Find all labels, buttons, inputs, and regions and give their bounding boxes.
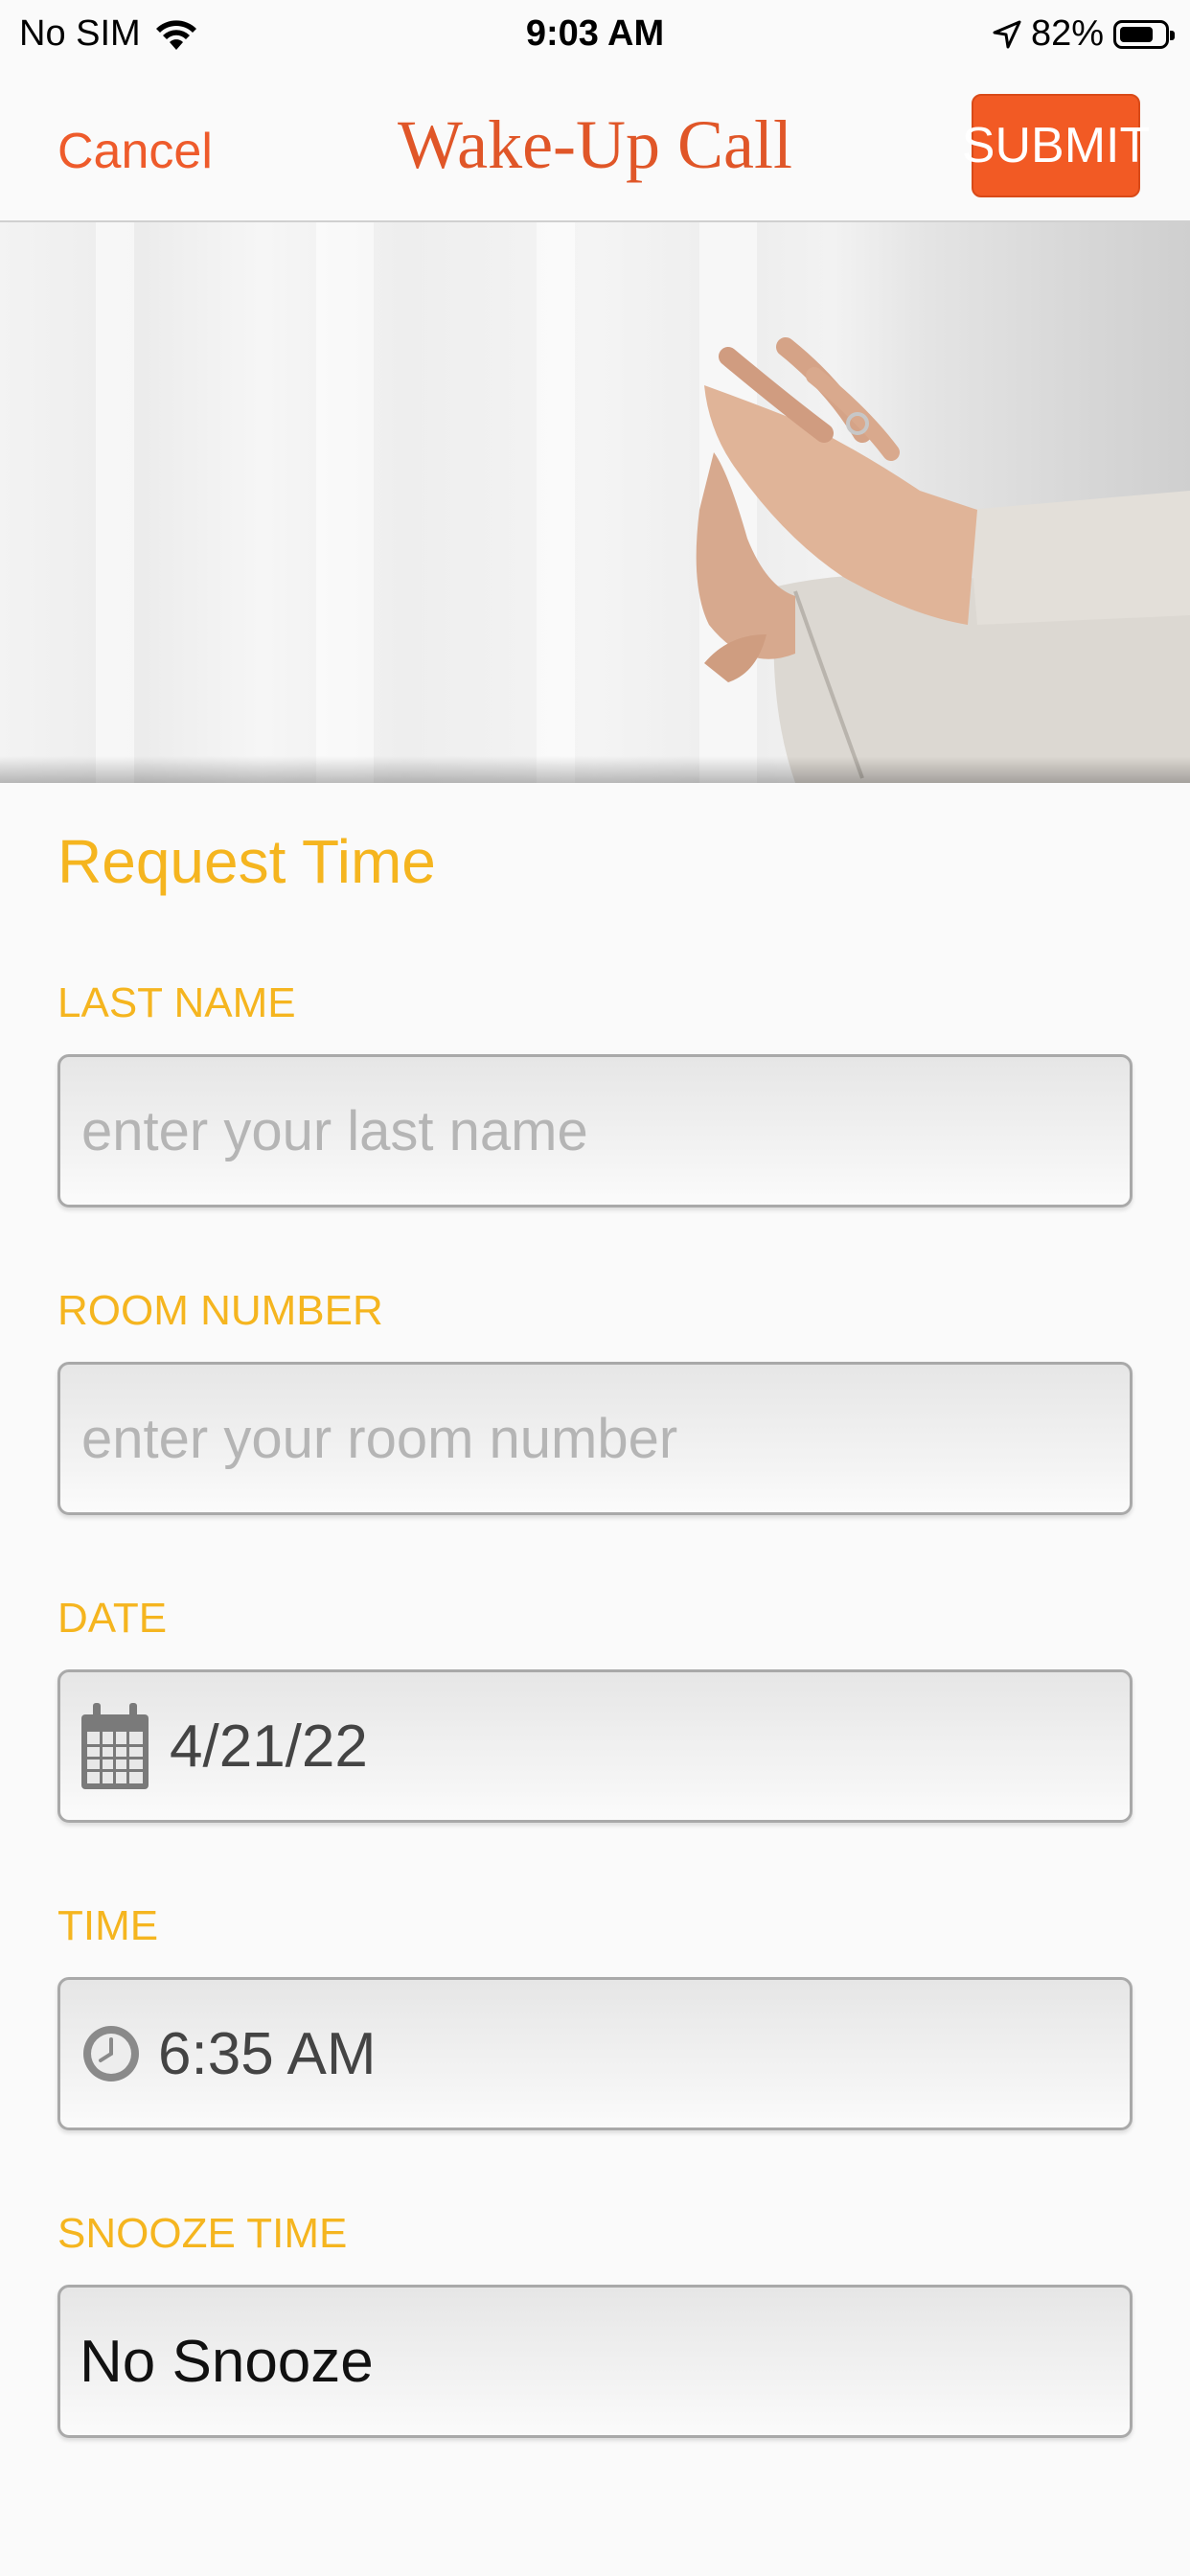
clock-icon (80, 2022, 143, 2085)
room-number-label: ROOM NUMBER (57, 1287, 383, 1334)
last-name-input[interactable] (80, 1097, 1130, 1164)
nav-bar: Cancel Wake-Up Call SUBMIT (0, 77, 1190, 222)
calendar-icon (80, 1701, 150, 1791)
battery-icon (1113, 19, 1175, 49)
section-title: Request Time (57, 827, 436, 896)
status-right: 82% (993, 13, 1175, 55)
time-value: 6:35 AM (158, 2020, 377, 2087)
battery-percent: 82% (1030, 13, 1104, 54)
hands-on-curtain-illustration (696, 222, 1190, 783)
room-number-input[interactable] (80, 1405, 1130, 1472)
snooze-time-value: No Snooze (80, 2328, 374, 2395)
status-bar: No SIM 9:03 AM 82% (0, 0, 1190, 77)
date-value: 4/21/22 (170, 1713, 368, 1780)
location-arrow-icon (993, 20, 1021, 49)
last-name-field[interactable] (57, 1054, 1133, 1208)
time-label: TIME (57, 1902, 159, 1949)
time-field[interactable]: 6:35 AM (57, 1977, 1133, 2130)
date-field[interactable]: 4/21/22 (57, 1669, 1133, 1823)
date-label: DATE (57, 1595, 168, 1642)
snooze-time-label: SNOOZE TIME (57, 2210, 348, 2257)
snooze-time-field[interactable]: No Snooze (57, 2285, 1133, 2438)
room-number-field[interactable] (57, 1362, 1133, 1515)
submit-button[interactable]: SUBMIT (962, 94, 1150, 197)
last-name-label: LAST NAME (57, 979, 296, 1026)
hero-image (0, 222, 1190, 783)
